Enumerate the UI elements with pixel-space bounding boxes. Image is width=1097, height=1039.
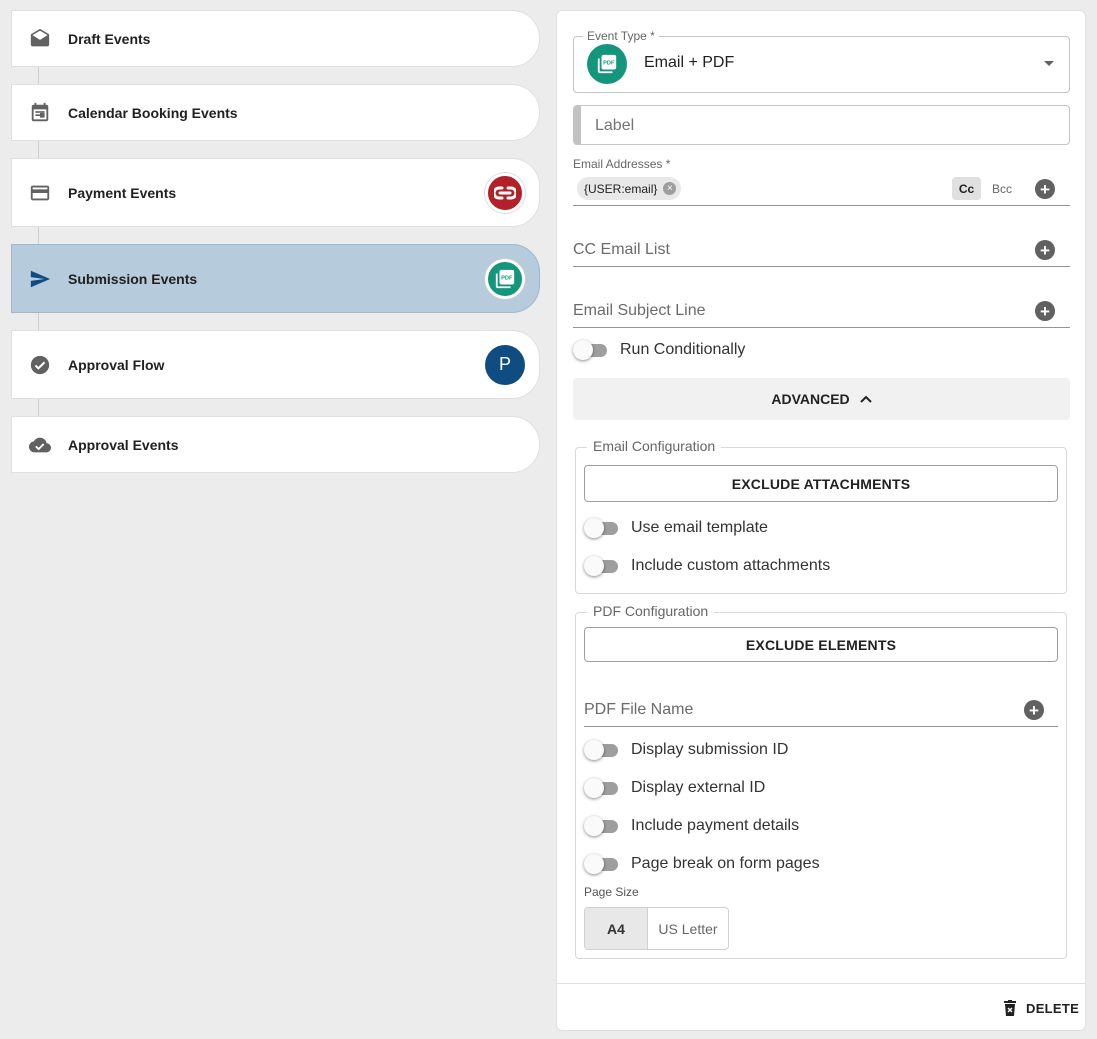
pdf-icon: PDF	[597, 54, 617, 74]
label-input[interactable]: Label	[573, 105, 1070, 145]
label-input-accent	[574, 106, 581, 144]
page-break-toggle[interactable]	[584, 854, 620, 874]
include-payment-details-label: Include payment details	[631, 817, 800, 834]
use-email-template-label: Use email template	[631, 519, 768, 536]
advanced-toggle-button[interactable]: ADVANCED	[573, 378, 1070, 420]
exclude-attachments-button[interactable]: EXCLUDE ATTACHMENTS	[584, 465, 1058, 502]
email-addresses-label: Email Addresses *	[573, 157, 671, 171]
pdf-file-name-input[interactable]: PDF File Name +	[584, 693, 1058, 727]
event-item-approval-events[interactable]: Approval Events	[11, 416, 540, 473]
credit-card-icon	[12, 182, 68, 204]
add-subject-icon[interactable]: +	[1035, 301, 1055, 321]
page-size-a4-button[interactable]: A4	[585, 908, 648, 949]
advanced-label: ADVANCED	[771, 391, 850, 407]
svg-text:PDF: PDF	[603, 60, 615, 66]
pdf-badge: PDF	[485, 258, 525, 299]
approval-avatar: P	[485, 344, 525, 385]
display-submission-id-toggle[interactable]	[584, 740, 620, 760]
add-email-icon[interactable]: +	[1035, 179, 1055, 199]
email-subject-input[interactable]: Email Subject Line +	[573, 294, 1070, 328]
run-conditionally-toggle[interactable]	[573, 340, 609, 360]
chevron-up-icon	[859, 395, 872, 403]
email-chip[interactable]: {USER:email} ×	[577, 177, 682, 200]
page-size-us-letter-button[interactable]: US Letter	[648, 908, 728, 949]
exclude-elements-button[interactable]: EXCLUDE ELEMENTS	[584, 627, 1058, 662]
event-item-payment[interactable]: Payment Events	[11, 158, 540, 227]
connector-line	[38, 399, 39, 417]
pdf-icon: PDF	[495, 269, 515, 288]
email-chip-label: {USER:email}	[584, 181, 658, 196]
page-size-label: Page Size	[584, 885, 639, 899]
pdf-configuration-legend: PDF Configuration	[587, 603, 715, 619]
trash-icon	[1004, 1000, 1016, 1016]
cc-toggle-button[interactable]: Cc	[952, 177, 981, 200]
delete-label: DELETE	[1026, 1000, 1080, 1016]
footer-divider	[557, 983, 1085, 984]
delete-button[interactable]: DELETE	[1003, 1000, 1079, 1016]
payment-provider-badge	[485, 172, 525, 213]
event-type-select[interactable]: PDF Email + PDF	[573, 36, 1070, 93]
cc-email-list-placeholder: CC Email List	[573, 240, 670, 258]
display-submission-id-label: Display submission ID	[631, 741, 789, 758]
label-placeholder: Label	[595, 117, 635, 134]
event-item-label: Calendar Booking Events	[68, 104, 238, 121]
run-conditionally-label: Run Conditionally	[620, 341, 746, 358]
chip-remove-icon[interactable]: ×	[663, 182, 677, 195]
event-type-value: Email + PDF	[644, 54, 735, 71]
custom-attachments-toggle[interactable]	[584, 556, 620, 576]
use-email-template-toggle[interactable]	[584, 518, 620, 538]
event-config-panel: PDF Email + PDF Event Type * Label Email…	[556, 10, 1086, 1031]
custom-attachments-label: Include custom attachments	[631, 557, 831, 574]
event-item-label: Approval Flow	[68, 356, 165, 373]
connector-line	[38, 67, 39, 85]
add-cc-icon[interactable]: +	[1035, 240, 1055, 260]
connector-line	[38, 227, 39, 245]
event-item-draft[interactable]: Draft Events	[11, 10, 540, 67]
pdf-badge: PDF	[587, 44, 627, 84]
svg-text:PDF: PDF	[501, 275, 513, 281]
event-item-submission[interactable]: Submission Events PDF	[11, 244, 540, 313]
page-size-toggle-group: A4 US Letter	[584, 907, 729, 950]
chevron-down-icon	[1044, 61, 1054, 66]
cloud-check-icon	[12, 434, 68, 456]
event-item-label: Submission Events	[68, 270, 198, 287]
event-item-calendar-booking[interactable]: Calendar Booking Events	[11, 84, 540, 141]
connector-line	[38, 313, 39, 331]
connector-line	[38, 141, 39, 159]
send-icon	[12, 268, 68, 290]
calendar-icon	[12, 102, 68, 124]
display-external-id-label: Display external ID	[631, 779, 766, 796]
bcc-toggle-button[interactable]: Bcc	[992, 182, 1012, 196]
cc-email-list-input[interactable]: CC Email List +	[573, 233, 1070, 267]
event-item-label: Draft Events	[68, 30, 151, 47]
email-addresses-field[interactable]: {USER:email} × Cc Bcc +	[573, 171, 1070, 206]
display-external-id-toggle[interactable]	[584, 778, 620, 798]
envelope-open-icon	[12, 28, 68, 50]
email-configuration-legend: Email Configuration	[587, 438, 722, 454]
event-item-label: Approval Events	[68, 436, 179, 453]
event-item-label: Payment Events	[68, 184, 177, 201]
event-type-label: Event Type *	[583, 29, 659, 43]
check-circle-icon	[12, 354, 68, 376]
event-item-approval-flow[interactable]: Approval Flow P	[11, 330, 540, 399]
include-payment-details-toggle[interactable]	[584, 816, 620, 836]
page-break-label: Page break on form pages	[631, 855, 820, 872]
payment-provider-icon	[494, 186, 516, 199]
add-file-name-icon[interactable]: +	[1024, 700, 1044, 720]
email-subject-placeholder: Email Subject Line	[573, 301, 706, 319]
pdf-file-name-placeholder: PDF File Name	[584, 700, 694, 718]
